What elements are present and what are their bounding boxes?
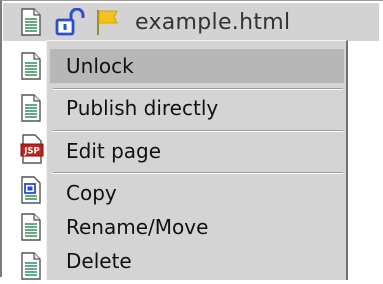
page-icon — [20, 8, 42, 40]
jsp-icon[interactable]: JSP — [20, 134, 44, 168]
flag-icon — [95, 8, 123, 40]
menu-item-publish-directly[interactable]: Publish directly — [50, 91, 344, 125]
menu-item-unlock[interactable]: Unlock — [50, 49, 344, 83]
page-icon[interactable] — [20, 52, 42, 84]
page-icon[interactable] — [20, 94, 42, 126]
menu-item-copy[interactable]: Copy — [50, 176, 344, 210]
menu-separator — [53, 130, 343, 132]
menu-separator — [53, 88, 343, 90]
menu-separator — [53, 172, 343, 174]
html-page-icon[interactable] — [20, 176, 42, 208]
page-icon[interactable] — [20, 213, 42, 245]
menu-item-delete[interactable]: Delete — [50, 244, 344, 278]
unlocked-icon[interactable] — [55, 7, 85, 40]
selected-file-row[interactable]: example.html — [3, 3, 379, 41]
file-name: example.html — [135, 10, 291, 35]
jsp-label: JSP — [23, 147, 40, 157]
menu-item-rename-move[interactable]: Rename/Move — [50, 210, 344, 244]
page-icon[interactable] — [20, 252, 42, 284]
context-menu: Unlock Publish directly Edit page Copy R… — [46, 40, 348, 280]
menu-item-edit-page[interactable]: Edit page — [50, 134, 344, 168]
